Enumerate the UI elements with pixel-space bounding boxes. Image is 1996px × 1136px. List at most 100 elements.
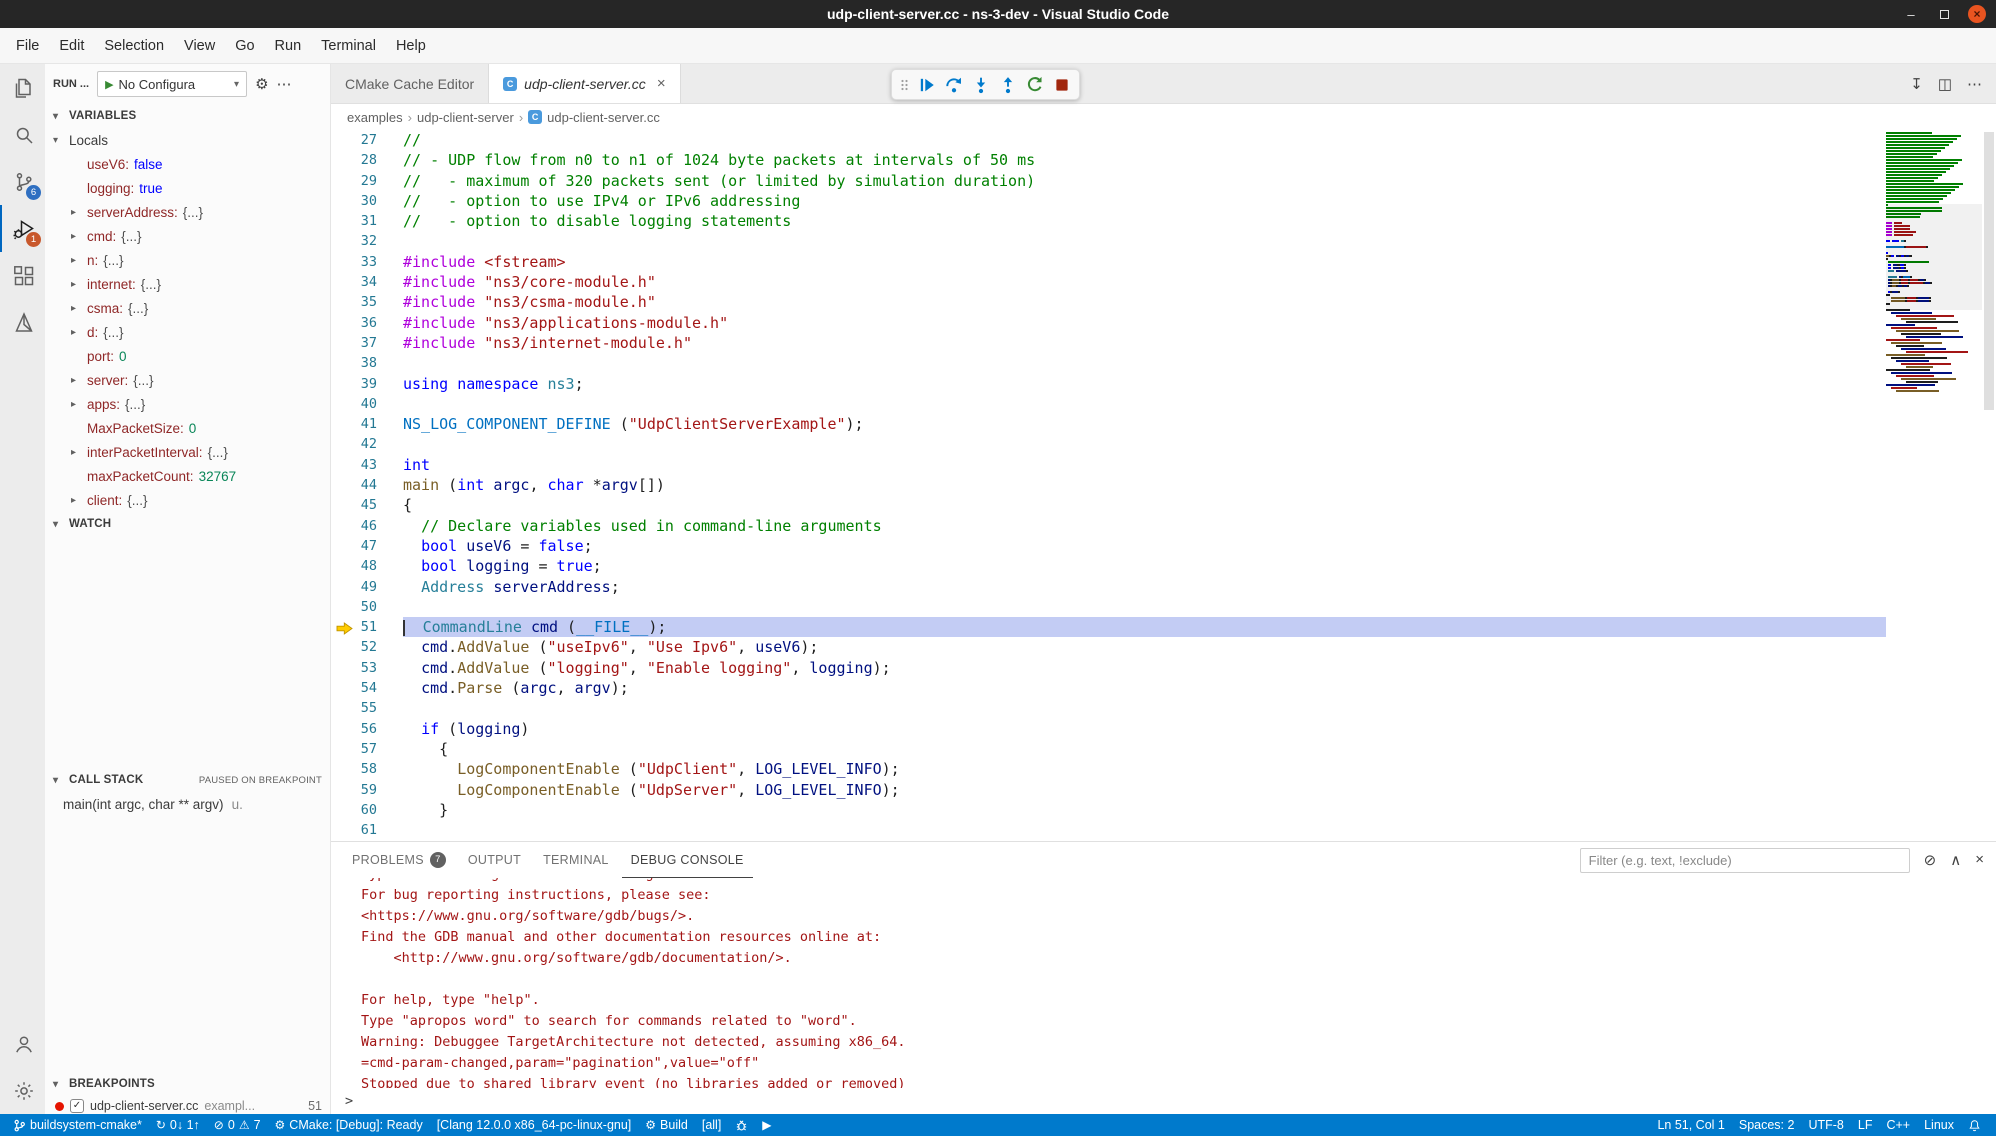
editor-scrollbar[interactable]	[1982, 130, 1996, 841]
step-into-button[interactable]	[972, 76, 990, 94]
menu-run[interactable]: Run	[265, 33, 312, 59]
minimap-viewport[interactable]	[1886, 204, 1982, 310]
code-line-54[interactable]: 54 cmd.Parse (argc, argv);	[331, 678, 1886, 698]
activity-item-explorer[interactable]	[0, 64, 45, 111]
code-line-43[interactable]: 43int	[331, 455, 1886, 475]
line-number[interactable]: 37	[331, 333, 403, 353]
status-cmake-build[interactable]: ⚙Build	[638, 1114, 695, 1136]
code-line-35[interactable]: 35#include "ns3/csma-module.h"	[331, 292, 1886, 312]
line-number[interactable]: 58	[331, 759, 403, 779]
debug-config-dropdown[interactable]: ▶ No Configura ▾	[97, 71, 247, 97]
line-number[interactable]: 38	[331, 353, 403, 373]
line-number[interactable]: 55	[331, 698, 403, 718]
variable-interPacketInterval[interactable]: ▸interPacketInterval:{...}	[45, 440, 330, 464]
breakpoint-checkbox[interactable]	[70, 1099, 84, 1113]
code-line-46[interactable]: 46 // Declare variables used in command-…	[331, 516, 1886, 536]
variable-port[interactable]: port:0	[45, 344, 330, 368]
line-number[interactable]: 45	[331, 495, 403, 515]
activity-item-settings[interactable]	[0, 1067, 45, 1114]
menu-edit[interactable]: Edit	[49, 33, 94, 59]
status-os[interactable]: Linux	[1917, 1114, 1961, 1136]
panel-tab-output[interactable]: OUTPUT	[459, 843, 530, 878]
minimize-button[interactable]: –	[1902, 5, 1920, 23]
code-line-60[interactable]: 60 }	[331, 800, 1886, 820]
line-number[interactable]: 36	[331, 313, 403, 333]
code-line-39[interactable]: 39using namespace ns3;	[331, 374, 1886, 394]
line-number[interactable]: 41	[331, 414, 403, 434]
maximize-button[interactable]	[1935, 5, 1953, 23]
more-actions-icon[interactable]: ⋯	[277, 75, 292, 93]
console-filter-input[interactable]	[1580, 848, 1910, 873]
breadcrumb-item-udp-client-server-cc[interactable]: udp-client-server.cc	[547, 110, 660, 125]
status-problems[interactable]: ⊘0⚠7	[207, 1114, 268, 1136]
activity-item-search[interactable]	[0, 111, 45, 158]
minimap[interactable]	[1886, 130, 1982, 393]
menu-view[interactable]: View	[174, 33, 225, 59]
code-line-30[interactable]: 30// - option to use IPv4 or IPv6 addres…	[331, 191, 1886, 211]
activity-item-extensions[interactable]	[0, 252, 45, 299]
line-number[interactable]: 44	[331, 475, 403, 495]
panel-tab-debug-console[interactable]: DEBUG CONSOLE	[622, 843, 753, 878]
activity-item-cmake[interactable]	[0, 299, 45, 346]
status-cmake-target[interactable]: [all]	[695, 1114, 728, 1136]
line-number[interactable]: 28	[331, 150, 403, 170]
close-icon[interactable]: ×	[657, 75, 666, 92]
code-line-52[interactable]: 52 cmd.AddValue ("useIpv6", "Use Ipv6", …	[331, 637, 1886, 657]
status-language-mode[interactable]: C++	[1879, 1114, 1917, 1136]
split-editor-icon[interactable]: ◫	[1938, 75, 1952, 93]
code-line-59[interactable]: 59 LogComponentEnable ("UdpServer", LOG_…	[331, 780, 1886, 800]
status-git-sync[interactable]: ↻0↓ 1↑	[149, 1114, 207, 1136]
code-line-48[interactable]: 48 bool logging = true;	[331, 556, 1886, 576]
tab-cmake-cache-editor[interactable]: CMake Cache Editor	[331, 64, 489, 103]
code-line-61[interactable]: 61	[331, 820, 1886, 840]
status-eol[interactable]: LF	[1851, 1114, 1880, 1136]
status-git-branch[interactable]: buildsystem-cmake*	[6, 1114, 149, 1136]
line-number[interactable]: 61	[331, 820, 403, 840]
status-cmake-kit[interactable]: [Clang 12.0.0 x86_64-pc-linux-gnu]	[430, 1114, 639, 1136]
line-number[interactable]: 32	[331, 231, 403, 251]
code-line-56[interactable]: 56 if (logging)	[331, 719, 1886, 739]
line-number[interactable]: 57	[331, 739, 403, 759]
line-number[interactable]: 42	[331, 434, 403, 454]
variable-server[interactable]: ▸server:{...}	[45, 368, 330, 392]
variable-cmd[interactable]: ▸cmd:{...}	[45, 224, 330, 248]
variable-n[interactable]: ▸n:{...}	[45, 248, 330, 272]
menu-file[interactable]: File	[6, 33, 49, 59]
code-line-33[interactable]: 33#include <fstream>	[331, 252, 1886, 272]
line-number[interactable]: 48	[331, 556, 403, 576]
variable-apps[interactable]: ▸apps:{...}	[45, 392, 330, 416]
activity-item-account[interactable]	[0, 1020, 45, 1067]
activity-item-source-control[interactable]: 6	[0, 158, 45, 205]
line-number[interactable]: 60	[331, 800, 403, 820]
code-line-49[interactable]: 49 Address serverAddress;	[331, 577, 1886, 597]
code-line-47[interactable]: 47 bool useV6 = false;	[331, 536, 1886, 556]
line-number[interactable]: 33	[331, 252, 403, 272]
status-cmake-status[interactable]: ⚙CMake: [Debug]: Ready	[268, 1114, 430, 1136]
variable-internet[interactable]: ▸internet:{...}	[45, 272, 330, 296]
line-number[interactable]: 29	[331, 171, 403, 191]
line-number[interactable]: 35	[331, 292, 403, 312]
breadcrumb-item-udp-client-server[interactable]: udp-client-server	[417, 110, 514, 125]
gear-icon[interactable]: ⚙	[255, 75, 268, 93]
variable-client[interactable]: ▸client:{...}	[45, 488, 330, 512]
variable-MaxPacketSize[interactable]: MaxPacketSize:0	[45, 416, 330, 440]
code-line-29[interactable]: 29// - maximum of 320 packets sent (or l…	[331, 171, 1886, 191]
line-number[interactable]: 59	[331, 780, 403, 800]
code-line-44[interactable]: 44main (int argc, char *argv[])	[331, 475, 1886, 495]
code-line-34[interactable]: 34#include "ns3/core-module.h"	[331, 272, 1886, 292]
code-line-38[interactable]: 38	[331, 353, 1886, 373]
line-number[interactable]: 54	[331, 678, 403, 698]
drag-handle-icon[interactable]	[900, 77, 909, 93]
close-panel-icon[interactable]: ×	[1975, 851, 1984, 869]
code-line-36[interactable]: 36#include "ns3/applications-module.h"	[331, 313, 1886, 333]
status-cmake-debug[interactable]	[728, 1114, 755, 1136]
line-number[interactable]: 52	[331, 637, 403, 657]
variable-d[interactable]: ▸d:{...}	[45, 320, 330, 344]
variable-serverAddress[interactable]: ▸serverAddress:{...}	[45, 200, 330, 224]
debug-console-input[interactable]	[361, 1093, 1996, 1109]
code-line-51[interactable]: 51 CommandLine cmd (__FILE__);	[331, 617, 1886, 637]
status-cmake-run[interactable]: ▶	[755, 1114, 778, 1136]
panel-tab-problems[interactable]: PROBLEMS7	[343, 843, 455, 878]
code-line-27[interactable]: 27//	[331, 130, 1886, 150]
code-line-50[interactable]: 50	[331, 597, 1886, 617]
